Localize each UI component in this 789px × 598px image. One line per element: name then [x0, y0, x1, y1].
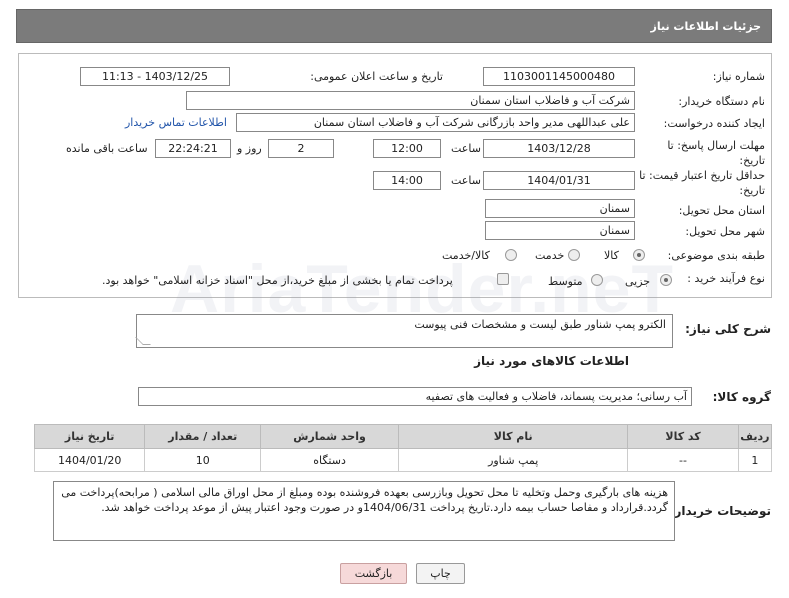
page-header: جزئیات اطلاعات نیاز: [16, 9, 772, 43]
remaining-label: ساعت باقی مانده: [66, 142, 148, 155]
column-header-unit: واحد شمارش: [260, 424, 399, 449]
category-radio-both[interactable]: [505, 249, 517, 261]
column-header-goods-name: نام کالا: [397, 424, 629, 449]
validity-time-field[interactable]: 14:00: [373, 171, 441, 190]
city-field[interactable]: سمنان: [485, 221, 635, 240]
category-option-service: خدمت: [535, 249, 565, 262]
column-header-quantity: تعداد / مقدار: [144, 424, 262, 449]
need-number-label: شماره نیاز:: [712, 70, 765, 83]
city-label: شهر محل تحویل:: [685, 225, 765, 238]
cell-need-date: 1404/01/20: [33, 448, 146, 472]
page-title: جزئیات اطلاعات نیاز: [650, 19, 762, 33]
buyer-notes-label: توضیحات خریدار:: [669, 504, 771, 518]
deadline-date-field[interactable]: 1403/12/28: [483, 139, 635, 158]
cell-quantity: 10: [144, 448, 262, 472]
category-radio-service[interactable]: [568, 249, 580, 261]
deadline-label: مهلت ارسال پاسخ: تا تاریخ:: [667, 139, 765, 167]
creator-label: ایجاد کننده درخواست:: [663, 117, 765, 130]
table-row[interactable]: 1 -- پمپ شناور دستگاه 10 1404/01/20: [33, 448, 773, 472]
category-option-goods: کالا: [604, 249, 619, 262]
validity-label: حداقل تاریخ اعتبار قیمت: تا تاریخ:: [639, 169, 765, 197]
category-radio-goods[interactable]: [633, 249, 645, 261]
cell-unit: دستگاه: [260, 448, 399, 472]
validity-date-field[interactable]: 1404/01/31: [483, 171, 635, 190]
province-label: استان محل تحویل:: [678, 204, 765, 217]
deadline-time-label: ساعت: [451, 142, 481, 155]
announce-label: تاریخ و ساعت اعلان عمومی:: [310, 70, 443, 83]
buyer-notes-textarea[interactable]: هزینه های بارگیری وحمل وتخلیه تا محل تحو…: [53, 481, 675, 541]
category-label: طبقه بندی موضوعی:: [667, 249, 765, 262]
goods-group-label: گروه کالا:: [712, 390, 771, 404]
deadline-time-field[interactable]: 12:00: [373, 139, 441, 158]
buyer-contact-link[interactable]: اطلاعات تماس خریدار: [125, 116, 227, 129]
column-header-goods-code: کد کالا: [627, 424, 739, 449]
process-option-medium: متوسط: [548, 275, 583, 288]
buyer-field[interactable]: شرکت آب و فاضلاب استان سمنان: [186, 91, 635, 110]
treasury-payment-note: پرداخت تمام یا بخشی از مبلغ خرید،از محل …: [102, 274, 453, 287]
cell-goods-code: --: [627, 448, 739, 472]
days-field[interactable]: 2: [268, 139, 334, 158]
goods-group-field[interactable]: آب رسانی؛ مدیریت پسماند، فاضلاب و فعالیت…: [138, 387, 692, 406]
treasury-payment-checkbox[interactable]: [497, 273, 509, 285]
process-radio-minor[interactable]: [660, 274, 672, 286]
column-header-row-number: ردیف: [737, 424, 773, 449]
goods-section-title: اطلاعات کالاهای مورد نیاز: [474, 354, 629, 368]
process-label: نوع فرآیند خرید :: [687, 272, 765, 285]
need-number-field[interactable]: 1103001145000480: [483, 67, 635, 86]
back-button[interactable]: بازگشت: [340, 563, 407, 584]
table-header-row: ردیف کد کالا نام کالا واحد شمارش تعداد /…: [33, 424, 773, 449]
category-option-both: کالا/خدمت: [442, 249, 490, 262]
description-textarea[interactable]: الکترو پمپ شناور طبق لیست و مشخصات فنی پ…: [135, 314, 673, 348]
description-label: شرح کلی نیاز:: [685, 322, 771, 336]
goods-table: ردیف کد کالا نام کالا واحد شمارش تعداد /…: [33, 424, 773, 472]
column-header-need-date: تاریخ نیاز: [33, 424, 146, 449]
validity-time-label: ساعت: [451, 174, 481, 187]
cell-goods-name: پمپ شناور: [397, 448, 629, 472]
creator-field[interactable]: علی عبداللهی مدیر واحد بازرگانی شرکت آب …: [236, 113, 635, 132]
province-field[interactable]: سمنان: [485, 199, 635, 218]
announce-datetime-field[interactable]: 1403/12/25 - 11:13: [80, 67, 230, 86]
print-button[interactable]: چاپ: [416, 563, 465, 584]
cell-row-number: 1: [737, 448, 773, 472]
resize-grip-icon[interactable]: [135, 337, 151, 345]
remaining-time-field[interactable]: 22:24:21: [155, 139, 231, 158]
buyer-label: نام دستگاه خریدار:: [678, 95, 765, 108]
process-radio-medium[interactable]: [591, 274, 603, 286]
description-text: الکترو پمپ شناور طبق لیست و مشخصات فنی پ…: [414, 318, 666, 331]
process-option-minor: جزیی: [625, 275, 651, 288]
days-label: روز و: [237, 142, 262, 155]
buyer-notes-text: هزینه های بارگیری وحمل وتخلیه تا محل تحو…: [61, 486, 668, 514]
